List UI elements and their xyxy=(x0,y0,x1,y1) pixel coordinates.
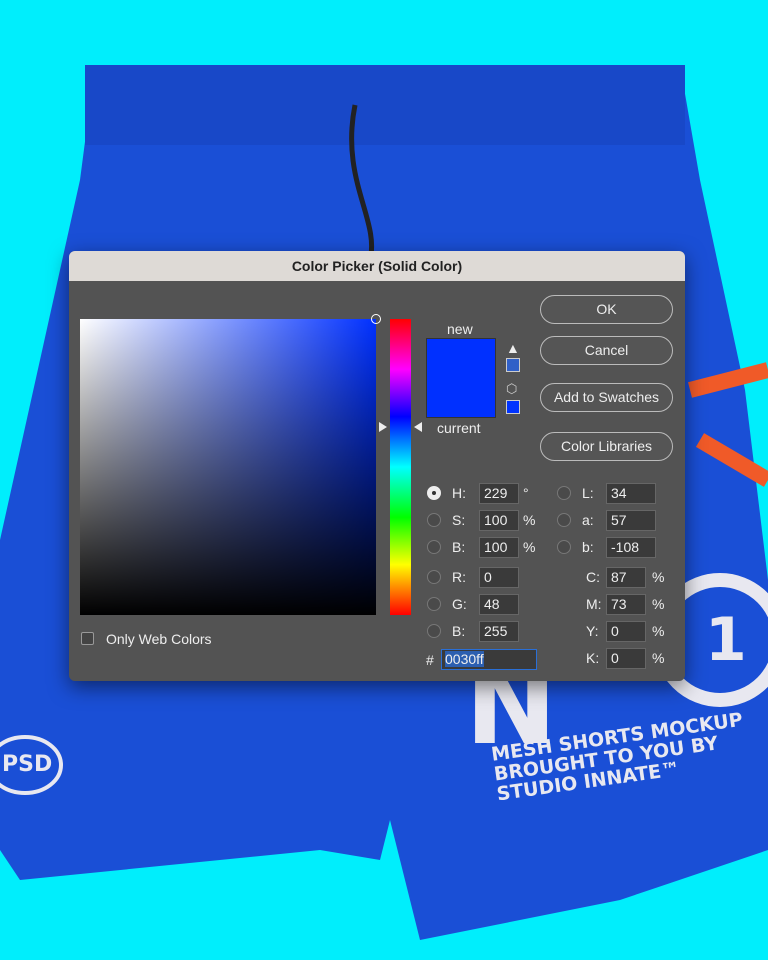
color-picker-dialog: Color Picker (Solid Color) new current ▲… xyxy=(69,251,685,681)
hsb-unit: % xyxy=(523,539,536,555)
rgb-2-radio[interactable] xyxy=(427,624,441,638)
hex-input[interactable]: 0030ff xyxy=(441,649,537,670)
hsb-0-input[interactable]: 229 xyxy=(479,483,519,504)
lab-0-radio[interactable] xyxy=(557,486,571,500)
out-of-gamut-warning-icon[interactable]: ▲ xyxy=(506,340,520,356)
hue-slider[interactable] xyxy=(390,319,411,615)
hsb-label: B: xyxy=(452,539,466,555)
rgb-label: R: xyxy=(452,569,466,585)
current-label: current xyxy=(437,420,481,436)
color-marker[interactable] xyxy=(371,314,381,324)
rgb-0-input[interactable]: 0 xyxy=(479,567,519,588)
lab-0-input[interactable]: 34 xyxy=(606,483,656,504)
hsb-0-radio[interactable] xyxy=(427,486,441,500)
color-libraries-button[interactable]: Color Libraries xyxy=(540,432,673,461)
cmyk-2-input[interactable]: 0 xyxy=(606,621,646,642)
hsb-unit: % xyxy=(523,512,536,528)
rgb-0-radio[interactable] xyxy=(427,570,441,584)
hsb-unit: ° xyxy=(523,485,529,501)
cmyk-0-input[interactable]: 87 xyxy=(606,567,646,588)
saturation-brightness-field[interactable] xyxy=(80,314,381,615)
hex-value: 0030ff xyxy=(445,651,484,667)
current-color-swatch[interactable] xyxy=(426,378,496,418)
lab-1-input[interactable]: 57 xyxy=(606,510,656,531)
lab-2-radio[interactable] xyxy=(557,540,571,554)
web-safe-cube-icon[interactable]: ⬡ xyxy=(506,381,517,397)
hsb-label: H: xyxy=(452,485,466,501)
rgb-1-input[interactable]: 48 xyxy=(479,594,519,615)
hsb-1-radio[interactable] xyxy=(427,513,441,527)
hex-label: # xyxy=(426,652,434,668)
psd-badge: PSD xyxy=(2,752,53,777)
only-web-colors-checkbox[interactable] xyxy=(81,632,94,645)
cmyk-label: K: xyxy=(586,650,600,666)
dialog-title[interactable]: Color Picker (Solid Color) xyxy=(69,251,685,281)
lab-1-radio[interactable] xyxy=(557,513,571,527)
hsb-label: S: xyxy=(452,512,466,528)
hsb-2-radio[interactable] xyxy=(427,540,441,554)
cancel-button[interactable]: Cancel xyxy=(540,336,673,365)
new-color-swatch xyxy=(426,338,496,378)
hsb-2-input[interactable]: 100 xyxy=(479,537,519,558)
ok-button[interactable]: OK xyxy=(540,295,673,324)
shorts-number-circle: 1 xyxy=(705,605,747,675)
cmyk-1-input[interactable]: 73 xyxy=(606,594,646,615)
hue-slider-right-arrow[interactable] xyxy=(414,422,422,432)
cmyk-3-input[interactable]: 0 xyxy=(606,648,646,669)
rgb-2-input[interactable]: 255 xyxy=(479,621,519,642)
cmyk-unit: % xyxy=(652,650,665,666)
web-safe-swatch[interactable] xyxy=(506,400,520,414)
gamut-swatch[interactable] xyxy=(506,358,520,372)
cmyk-label: M: xyxy=(586,596,602,612)
cmyk-unit: % xyxy=(652,623,665,639)
rgb-1-radio[interactable] xyxy=(427,597,441,611)
hsb-1-input[interactable]: 100 xyxy=(479,510,519,531)
rgb-label: B: xyxy=(452,623,466,639)
cmyk-label: Y: xyxy=(586,623,599,639)
cmyk-unit: % xyxy=(652,596,665,612)
rgb-label: G: xyxy=(452,596,467,612)
cmyk-unit: % xyxy=(652,569,665,585)
only-web-colors-label: Only Web Colors xyxy=(106,631,212,647)
lab-label: a: xyxy=(582,512,594,528)
hue-slider-left-arrow[interactable] xyxy=(379,422,387,432)
lab-label: L: xyxy=(582,485,594,501)
lab-label: b: xyxy=(582,539,594,555)
add-to-swatches-button[interactable]: Add to Swatches xyxy=(540,383,673,412)
lab-2-input[interactable]: -108 xyxy=(606,537,656,558)
new-label: new xyxy=(447,321,473,337)
cmyk-label: C: xyxy=(586,569,600,585)
